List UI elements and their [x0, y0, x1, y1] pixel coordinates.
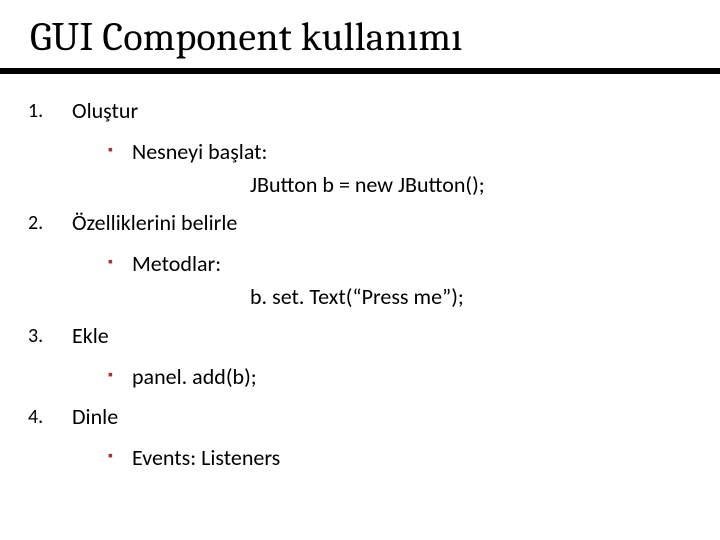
list-number: 3.: [28, 321, 72, 350]
list-sub: ▪ Metodlar: b. set. Text(“Press me”);: [72, 247, 692, 313]
list-number-spacer: [28, 247, 72, 248]
slide-content: 1. Oluştur ▪ Nesneyi başlat: JButton b =…: [0, 74, 720, 480]
list-sub: ▪ panel. add(b);: [72, 360, 692, 395]
bullet-icon: ▪: [108, 443, 132, 469]
list-item: 3. Ekle: [28, 317, 692, 356]
slide: GUI Component kullanımı 1. Oluştur ▪ Nes…: [0, 0, 720, 540]
bullet-icon: ▪: [108, 249, 132, 275]
bullet-row: ▪ Events: Listeners: [72, 441, 692, 476]
list-number-spacer: [28, 441, 72, 442]
bullet-icon: ▪: [108, 362, 132, 388]
bullet-row: ▪ Nesneyi başlat:: [72, 135, 692, 170]
title-wrap: GUI Component kullanımı: [0, 0, 720, 64]
list-text: Ekle: [72, 321, 692, 352]
list-sub: ▪ Nesneyi başlat: JButton b = new JButto…: [72, 135, 692, 201]
list-text: Dinle: [72, 402, 692, 433]
list-sub: ▪ Events: Listeners: [72, 441, 692, 476]
list-number: 4.: [28, 402, 72, 431]
list-subblock: ▪ Nesneyi başlat: JButton b = new JButto…: [28, 131, 692, 205]
list-subblock: ▪ Metodlar: b. set. Text(“Press me”);: [28, 243, 692, 317]
bullet-icon: ▪: [108, 137, 132, 163]
list-subblock: ▪ panel. add(b);: [28, 356, 692, 399]
bullet-text: Events: Listeners: [132, 443, 692, 474]
list-number-spacer: [28, 360, 72, 361]
slide-title: GUI Component kullanımı: [30, 14, 720, 60]
list-number-spacer: [28, 135, 72, 136]
list-item: 2. Özelliklerini belirle: [28, 204, 692, 243]
list-item: 1. Oluştur: [28, 92, 692, 131]
list-text: Özelliklerini belirle: [72, 208, 692, 239]
list-number: 2.: [28, 208, 72, 237]
list-number: 1.: [28, 96, 72, 125]
list-subblock: ▪ Events: Listeners: [28, 437, 692, 480]
bullet-text: panel. add(b);: [132, 362, 692, 393]
bullet-row: ▪ Metodlar:: [72, 247, 692, 282]
inline-code: b. set. Text(“Press me”);: [72, 282, 692, 313]
bullet-row: ▪ panel. add(b);: [72, 360, 692, 395]
bullet-text: Metodlar:: [132, 249, 692, 280]
list-item: 4. Dinle: [28, 398, 692, 437]
inline-code: JButton b = new JButton();: [72, 170, 692, 201]
list-text: Oluştur: [72, 96, 692, 127]
bullet-text: Nesneyi başlat:: [132, 137, 692, 168]
